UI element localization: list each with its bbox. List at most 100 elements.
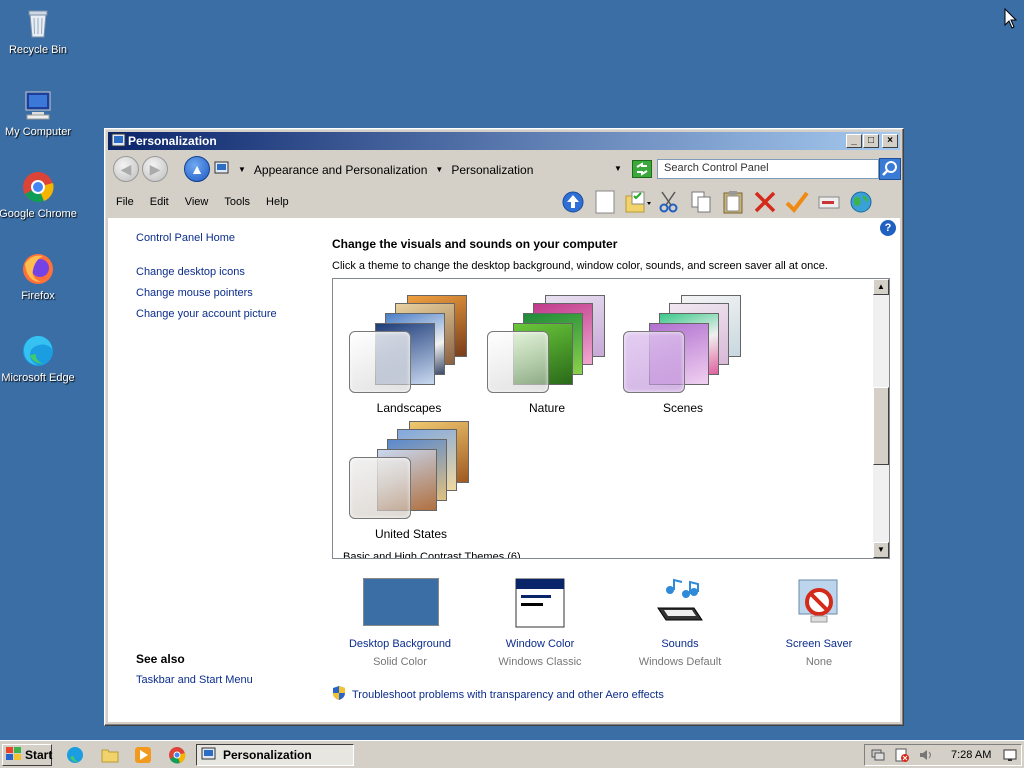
- system-tray: 7:28 AM: [864, 744, 1022, 766]
- see-also-section: See also Taskbar and Start Menu: [136, 652, 253, 686]
- breadcrumb-appearance[interactable]: Appearance and Personalization: [254, 163, 427, 177]
- volume-icon[interactable]: [919, 748, 933, 762]
- sounds-setting[interactable]: Sounds Windows Default: [610, 578, 750, 668]
- scroll-up-icon[interactable]: ▲: [873, 279, 889, 295]
- paste-icon[interactable]: [720, 190, 746, 214]
- sounds-icon: [642, 578, 718, 628]
- theme-united-states[interactable]: United States: [343, 411, 479, 541]
- search-icon: [882, 161, 897, 176]
- themes-scrollbar[interactable]: ▲ ▼: [873, 279, 889, 558]
- theme-scenes[interactable]: Scenes: [615, 285, 751, 415]
- desktop-icon-label: My Computer: [4, 126, 72, 138]
- close-button[interactable]: ×: [882, 134, 898, 148]
- desktop-icon-my-computer[interactable]: My Computer: [0, 88, 78, 138]
- search-input[interactable]: Search Control Panel: [657, 159, 879, 179]
- theme-preview: [343, 411, 479, 521]
- window-title: Personalization: [128, 134, 217, 148]
- firefox-icon: [21, 252, 55, 286]
- control-panel-icon: [201, 746, 217, 765]
- edge-icon[interactable]: [66, 746, 84, 764]
- setting-title[interactable]: Screen Saver: [749, 638, 889, 650]
- up-button[interactable]: ▲: [184, 156, 210, 182]
- up-folder-icon[interactable]: [560, 190, 586, 214]
- forward-button[interactable]: ▶: [142, 156, 168, 182]
- windows-logo-icon: [5, 746, 23, 765]
- desktop-background-setting[interactable]: Desktop Background Solid Color: [330, 578, 470, 668]
- change-mouse-pointers-link[interactable]: Change mouse pointers: [136, 287, 316, 299]
- control-panel-icon: [111, 133, 126, 148]
- menu-tools[interactable]: Tools: [216, 196, 258, 208]
- change-account-picture-link[interactable]: Change your account picture: [136, 308, 316, 320]
- maximize-button[interactable]: □: [863, 134, 879, 148]
- see-also-header: See also: [136, 652, 185, 666]
- folder-options-icon[interactable]: [624, 190, 651, 214]
- control-panel-small-icon: [214, 160, 230, 179]
- back-button[interactable]: ◀: [113, 156, 139, 182]
- network-icon[interactable]: [871, 748, 885, 762]
- title-bar[interactable]: Personalization _ □ ×: [108, 132, 900, 150]
- theme-name: Nature: [528, 401, 566, 415]
- rename-icon[interactable]: [816, 190, 842, 214]
- show-desktop-icon[interactable]: [1003, 748, 1017, 762]
- action-center-icon[interactable]: [895, 748, 909, 762]
- breadcrumb[interactable]: ▼ Appearance and Personalization ▼ Perso…: [214, 159, 624, 180]
- theme-preview: [615, 285, 751, 395]
- recycle-bin-icon: [21, 6, 55, 40]
- minimize-button[interactable]: _: [846, 134, 862, 148]
- address-dropdown-icon[interactable]: ▼: [614, 164, 622, 173]
- desktop-icon-label: Recycle Bin: [8, 44, 68, 56]
- file-explorer-icon[interactable]: [101, 746, 119, 764]
- help-icon[interactable]: ?: [880, 220, 896, 236]
- scroll-down-icon[interactable]: ▼: [873, 542, 889, 558]
- address-bar: ◀ ▶ ▲ ▼ Appearance and Personalization ▼…: [108, 152, 901, 186]
- setting-value: Windows Default: [638, 656, 722, 668]
- scroll-thumb[interactable]: [873, 387, 889, 465]
- search-button[interactable]: [879, 158, 901, 180]
- theme-landscapes[interactable]: Landscapes: [341, 285, 477, 415]
- setting-title[interactable]: Desktop Background: [330, 638, 470, 650]
- clock[interactable]: 7:28 AM: [951, 749, 991, 761]
- menu-bar: File Edit View Tools Help: [108, 187, 900, 217]
- change-desktop-icons-link[interactable]: Change desktop icons: [136, 266, 316, 278]
- control-panel-home-link[interactable]: Control Panel Home: [136, 232, 316, 244]
- globe-icon[interactable]: [848, 190, 874, 214]
- start-button[interactable]: Start: [2, 744, 52, 766]
- troubleshoot-link[interactable]: Troubleshoot problems with transparency …: [332, 685, 664, 704]
- desktop-icon-firefox[interactable]: Firefox: [0, 252, 78, 302]
- theme-name: United States: [374, 527, 448, 541]
- menu-help[interactable]: Help: [258, 196, 297, 208]
- cut-icon[interactable]: [656, 190, 682, 214]
- setting-title[interactable]: Window Color: [470, 638, 610, 650]
- refresh-icon[interactable]: [632, 160, 652, 181]
- edge-icon: [21, 334, 55, 368]
- delete-icon[interactable]: [752, 190, 778, 214]
- shield-icon: [332, 685, 346, 704]
- desktop-icon-edge[interactable]: Microsoft Edge: [0, 334, 78, 384]
- screen-saver-icon: [781, 578, 857, 628]
- setting-title[interactable]: Sounds: [610, 638, 750, 650]
- desktop-icon-chrome[interactable]: Google Chrome: [0, 170, 78, 220]
- computer-icon: [21, 88, 55, 122]
- menu-edit[interactable]: Edit: [142, 196, 177, 208]
- chrome-icon[interactable]: [168, 746, 186, 764]
- screen-saver-setting[interactable]: Screen Saver None: [749, 578, 889, 668]
- desktop-icon-recycle-bin[interactable]: Recycle Bin: [0, 6, 78, 56]
- blank-page-icon[interactable]: [592, 190, 618, 214]
- menu-view[interactable]: View: [177, 196, 217, 208]
- breadcrumb-personalization[interactable]: Personalization: [451, 163, 533, 177]
- troubleshoot-label[interactable]: Troubleshoot problems with transparency …: [352, 689, 664, 701]
- chevron-down-icon[interactable]: ▼: [435, 165, 443, 174]
- media-player-icon[interactable]: [134, 746, 152, 764]
- personalization-window: Personalization _ □ × ◀ ▶ ▲ ▼ Appearance…: [104, 128, 904, 726]
- properties-check-icon[interactable]: [784, 190, 810, 214]
- theme-nature[interactable]: Nature: [479, 285, 615, 415]
- setting-value: Solid Color: [373, 656, 427, 668]
- taskbar-start-menu-link[interactable]: Taskbar and Start Menu: [136, 674, 253, 686]
- taskbar: Start Personalization 7:28 AM: [0, 740, 1024, 768]
- taskbar-window-personalization[interactable]: Personalization: [196, 744, 354, 766]
- copy-icon[interactable]: [688, 190, 714, 214]
- chevron-down-icon[interactable]: ▼: [238, 165, 246, 174]
- window-color-setting[interactable]: Window Color Windows Classic: [470, 578, 610, 668]
- toolbar: [560, 190, 874, 214]
- menu-file[interactable]: File: [108, 196, 142, 208]
